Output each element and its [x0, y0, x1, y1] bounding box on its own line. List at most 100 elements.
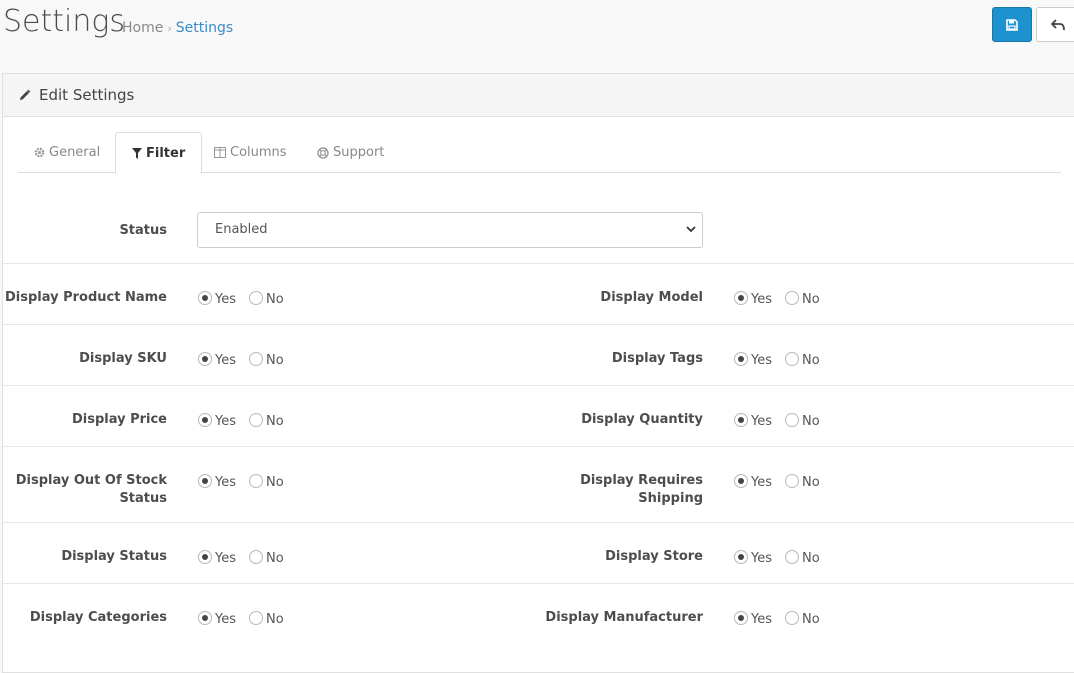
tab-filter-label: Filter: [146, 145, 186, 161]
display-tags-no-radio[interactable]: [785, 351, 799, 366]
tab-general[interactable]: General: [18, 132, 116, 173]
display-quantity-radios: Yes No: [734, 412, 833, 429]
tab-support[interactable]: Support: [301, 132, 400, 173]
display-store-label: Display Store: [605, 549, 703, 564]
status-select-value: Enabled: [215, 222, 268, 237]
radio-no-label: No: [802, 414, 820, 429]
radio-no-label: No: [802, 292, 820, 307]
tab-columns[interactable]: Columns: [198, 132, 303, 173]
radio-no-label: No: [266, 414, 284, 429]
display-manufacturer-label: Display Manufacturer: [545, 610, 703, 625]
display-status-no-radio[interactable]: [249, 549, 263, 564]
display-product-name-yes-radio[interactable]: [198, 290, 212, 305]
label-line: Display Requires: [580, 473, 703, 488]
form-row: Display Price Yes No Display Quantity Ye…: [3, 386, 1074, 447]
display-status-radios: Yes No: [198, 549, 297, 566]
display-requires-shipping-label: Display Requires Shipping: [523, 472, 703, 508]
radio-no-label: No: [802, 612, 820, 627]
status-select[interactable]: Enabled: [197, 212, 703, 248]
life-ring-icon: [317, 146, 329, 159]
display-product-name-no-radio[interactable]: [249, 290, 263, 305]
display-categories-yes-radio[interactable]: [198, 610, 212, 625]
display-status-label: Display Status: [61, 549, 167, 564]
display-model-yes-radio[interactable]: [734, 290, 748, 305]
display-status-yes-radio[interactable]: [198, 549, 212, 564]
display-price-no-radio[interactable]: [249, 412, 263, 427]
page-header: Settings Home › Settings: [0, 0, 1074, 58]
back-button[interactable]: [1036, 7, 1074, 42]
radio-yes-label: Yes: [215, 612, 236, 627]
display-product-name-radios: Yes No: [198, 290, 297, 307]
reply-arrow-icon: [1051, 18, 1065, 30]
breadcrumb: Home › Settings: [122, 20, 233, 36]
display-tags-yes-radio[interactable]: [734, 351, 748, 366]
display-manufacturer-yes-radio[interactable]: [734, 610, 748, 625]
display-requires-shipping-yes-radio[interactable]: [734, 473, 748, 488]
tab-general-label: General: [49, 145, 101, 160]
panel-heading: Edit Settings: [3, 74, 1074, 117]
status-label: Status: [119, 223, 167, 238]
radio-no-label: No: [802, 475, 820, 490]
radio-yes-label: Yes: [215, 551, 236, 566]
breadcrumb-current-link[interactable]: Settings: [176, 20, 233, 36]
display-out-of-stock-status-radios: Yes No: [198, 473, 297, 490]
tab-support-label: Support: [333, 145, 385, 160]
display-requires-shipping-no-radio[interactable]: [785, 473, 799, 488]
panel-heading-title: Edit Settings: [39, 86, 135, 104]
display-model-no-radio[interactable]: [785, 290, 799, 305]
radio-no-label: No: [266, 475, 284, 490]
display-price-radios: Yes No: [198, 412, 297, 429]
radio-no-label: No: [266, 292, 284, 307]
tab-filter[interactable]: Filter: [115, 132, 203, 174]
display-manufacturer-no-radio[interactable]: [785, 610, 799, 625]
label-line: Status: [119, 491, 167, 506]
radio-yes-label: Yes: [751, 414, 772, 429]
display-out-of-stock-status-label: Display Out Of Stock Status: [3, 472, 167, 508]
display-tags-radios: Yes No: [734, 351, 833, 368]
radio-yes-label: Yes: [215, 475, 236, 490]
chevron-down-icon: [686, 226, 696, 233]
radio-yes-label: Yes: [751, 292, 772, 307]
display-categories-no-radio[interactable]: [249, 610, 263, 625]
radio-yes-label: Yes: [215, 353, 236, 368]
display-model-radios: Yes No: [734, 290, 833, 307]
display-tags-label: Display Tags: [611, 351, 703, 366]
radio-no-label: No: [802, 353, 820, 368]
save-button[interactable]: [992, 7, 1032, 42]
radio-yes-label: Yes: [751, 475, 772, 490]
display-sku-yes-radio[interactable]: [198, 351, 212, 366]
radio-yes-label: Yes: [751, 551, 772, 566]
display-quantity-no-radio[interactable]: [785, 412, 799, 427]
display-out-of-stock-status-no-radio[interactable]: [249, 473, 263, 488]
radio-yes-label: Yes: [215, 414, 236, 429]
radio-no-label: No: [802, 551, 820, 566]
breadcrumb-home-link[interactable]: Home: [122, 20, 163, 36]
pencil-icon: [20, 89, 31, 100]
settings-tabs: General Filter Columns Support: [18, 132, 1061, 174]
display-out-of-stock-status-yes-radio[interactable]: [198, 473, 212, 488]
display-quantity-yes-radio[interactable]: [734, 412, 748, 427]
display-sku-radios: Yes No: [198, 351, 297, 368]
radio-no-label: No: [266, 612, 284, 627]
gear-icon: [34, 147, 45, 158]
display-categories-radios: Yes No: [198, 610, 297, 627]
edit-settings-panel: Edit Settings General Filter Columns Sup…: [2, 73, 1074, 673]
display-quantity-label: Display Quantity: [581, 412, 703, 427]
breadcrumb-separator: ›: [167, 22, 172, 35]
form-row: Display Status Yes No Display Store Yes …: [3, 523, 1074, 584]
display-price-yes-radio[interactable]: [198, 412, 212, 427]
status-form-group: Status Enabled: [3, 196, 1074, 264]
display-sku-label: Display SKU: [79, 351, 167, 366]
display-price-label: Display Price: [71, 412, 167, 427]
display-sku-no-radio[interactable]: [249, 351, 263, 366]
label-line: Display Out Of Stock: [15, 473, 167, 488]
display-manufacturer-radios: Yes No: [734, 610, 833, 627]
radio-yes-label: Yes: [215, 292, 236, 307]
display-store-radios: Yes No: [734, 549, 833, 566]
display-categories-label: Display Categories: [29, 610, 167, 625]
display-store-yes-radio[interactable]: [734, 549, 748, 564]
form-row: Display Product Name Yes No Display Mode…: [3, 264, 1074, 325]
display-store-no-radio[interactable]: [785, 549, 799, 564]
radio-yes-label: Yes: [751, 353, 772, 368]
funnel-icon: [132, 147, 142, 159]
